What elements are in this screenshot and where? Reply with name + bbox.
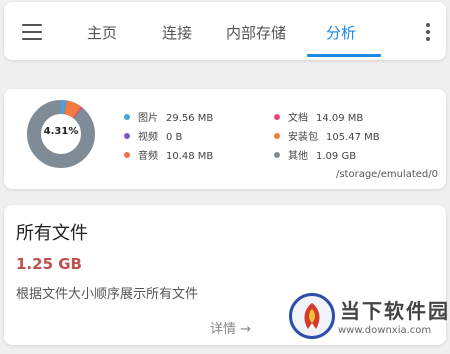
legend-value: 10.48 MB — [166, 151, 214, 162]
video-dot-icon — [124, 133, 130, 139]
used-percent-label: 4.31% — [43, 126, 79, 137]
storage-path: /storage/emulated/0 — [335, 169, 438, 180]
all-files-card[interactable]: 所有文件 1.25 GB 根据文件大小顺序展示所有文件 详情 → — [4, 205, 446, 345]
images-dot-icon — [124, 114, 130, 120]
apk-dot-icon — [274, 133, 280, 139]
tab-connect[interactable]: 连接 — [162, 22, 192, 43]
legend-documents: 文档 14.09 MB — [274, 109, 363, 124]
legend-label: 视频 — [138, 132, 158, 143]
tab-analysis[interactable]: 分析 — [326, 22, 356, 43]
legend-label: 图片 — [138, 113, 158, 124]
watermark-logo-icon — [304, 303, 320, 329]
legend-images: 图片 29.56 MB — [124, 109, 213, 124]
hamburger-menu-icon[interactable] — [22, 24, 44, 40]
watermark-url: www.downxia.com — [338, 325, 432, 336]
legend-value: 0 B — [166, 132, 183, 143]
legend-apk: 安装包 105.47 MB — [274, 128, 380, 143]
all-files-size: 1.25 GB — [16, 255, 82, 273]
tab-internal-storage[interactable]: 内部存储 — [226, 22, 286, 43]
other-dot-icon — [274, 152, 280, 158]
legend-label: 音频 — [138, 151, 158, 162]
legend-value: 1.09 GB — [316, 151, 357, 162]
legend-label: 安装包 — [288, 132, 318, 143]
legend-label: 其他 — [288, 151, 308, 162]
storage-analysis-card[interactable]: 4.31% 图片 29.56 MB 视频 0 B 音频 10.48 MB 文档 14.0… — [4, 89, 446, 189]
legend-value: 14.09 MB — [316, 113, 364, 124]
legend-value: 29.56 MB — [166, 113, 214, 124]
all-files-description: 根据文件大小顺序展示所有文件 — [16, 287, 199, 302]
legend-other: 其他 1.09 GB — [274, 147, 356, 162]
legend-value: 105.47 MB — [326, 132, 380, 143]
legend-video: 视频 0 B — [124, 128, 182, 143]
watermark-title: 当下软件园 — [340, 299, 450, 323]
audio-dot-icon — [124, 152, 130, 158]
all-files-title: 所有文件 — [16, 223, 88, 244]
documents-dot-icon — [274, 114, 280, 120]
tab-home[interactable]: 主页 — [87, 22, 117, 43]
more-vertical-icon[interactable] — [424, 22, 432, 42]
active-tab-indicator — [307, 54, 381, 57]
details-link[interactable]: 详情 → — [210, 318, 251, 337]
top-nav-bar: 主页 连接 内部存储 分析 — [4, 2, 446, 60]
legend-audio: 音频 10.48 MB — [124, 147, 213, 162]
legend-label: 文档 — [288, 113, 308, 124]
